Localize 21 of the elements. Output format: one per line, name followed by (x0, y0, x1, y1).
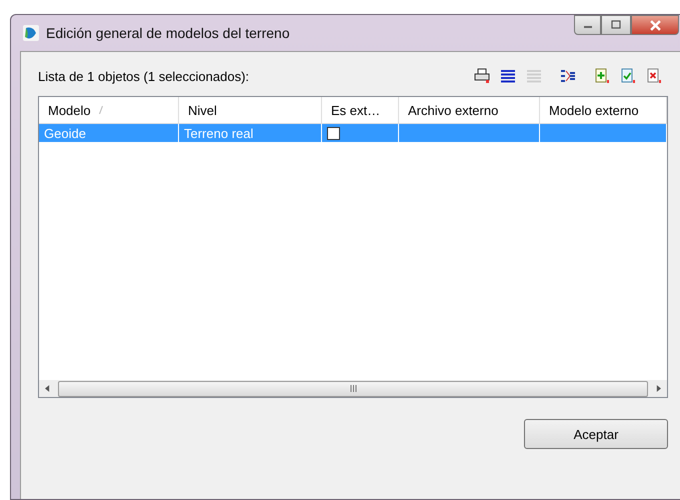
maximize-button[interactable] (601, 15, 631, 35)
printer-icon[interactable] (472, 66, 492, 86)
checkbox[interactable] (327, 126, 340, 140)
scroll-left-icon[interactable] (45, 385, 50, 392)
accept-button[interactable]: Aceptar (524, 419, 668, 449)
window-title: Edición general de modelos del terreno (46, 25, 291, 41)
table-cell: Terreno real (184, 126, 254, 140)
column-header[interactable]: Nivel (179, 97, 322, 123)
close-icon (650, 20, 660, 30)
column-header[interactable]: Archivo externo (399, 97, 540, 123)
app-icon (23, 25, 39, 41)
column-header[interactable]: Modelo externo (540, 97, 667, 123)
maximize-icon (611, 20, 621, 30)
column-header[interactable]: Modelo (48, 102, 91, 118)
scroll-right-icon[interactable] (656, 385, 661, 392)
minimize-button[interactable] (574, 15, 601, 35)
grip-icon (350, 385, 356, 392)
close-button[interactable] (631, 15, 679, 35)
list-count-label: Lista de 1 objetos (1 seleccionados): (38, 68, 250, 84)
table-cell: Geoide (44, 126, 86, 140)
column-header[interactable]: Es ext… (322, 97, 399, 123)
